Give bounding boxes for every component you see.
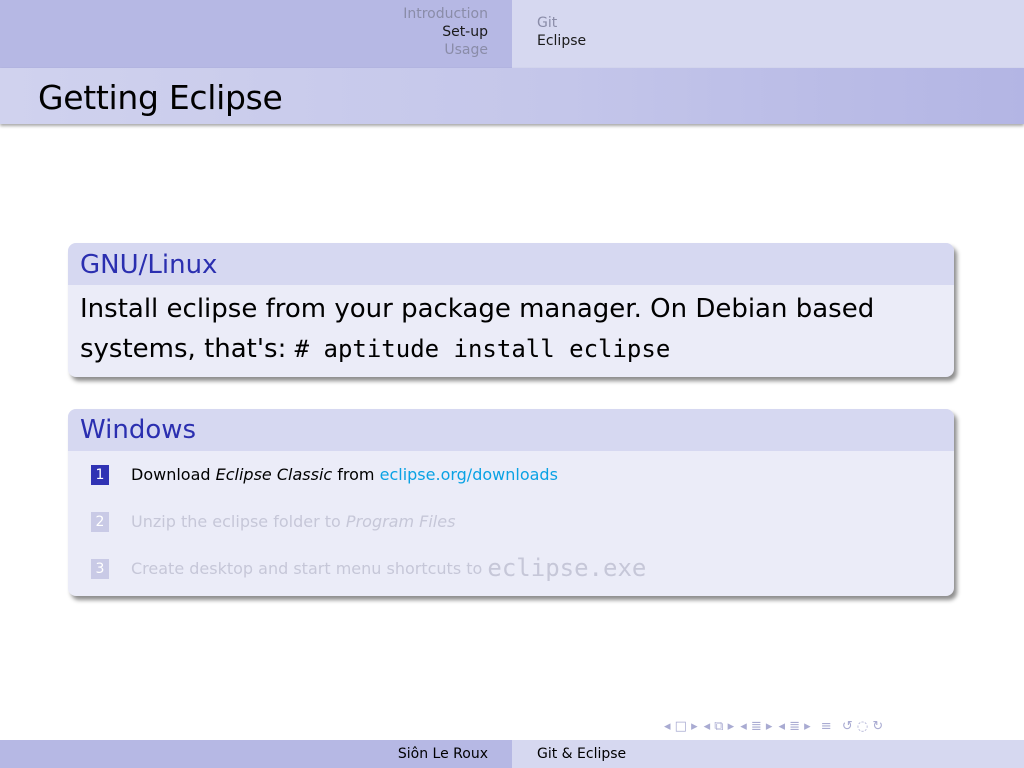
step-number: 2 <box>91 511 109 532</box>
frame-title: Getting Eclipse <box>38 78 283 117</box>
footer: Siôn Le Roux Git & Eclipse <box>0 740 1024 768</box>
windows-step-3: 3 Create desktop and start menu shortcut… <box>68 545 954 592</box>
linux-block-body: Install eclipse from your package manage… <box>68 285 954 369</box>
windows-block-title: Windows <box>68 409 954 451</box>
windows-steps-list: 1 Download Eclipse Classic from eclipse.… <box>68 451 954 592</box>
nav-align-icon[interactable]: ≡ <box>815 719 838 734</box>
step-code: eclipse.exe <box>487 554 647 582</box>
nav-search-icon[interactable]: ↺ ◌ ↻ <box>840 719 885 734</box>
linux-block: GNU/Linux Install eclipse from your pack… <box>68 243 954 377</box>
step-text-mid: from <box>337 465 375 484</box>
top-navigation: Introduction Set-up Usage Git Eclipse <box>0 0 1024 68</box>
step-number: 3 <box>91 558 109 579</box>
eclipse-downloads-link[interactable]: eclipse.org/downloads <box>380 451 558 498</box>
windows-step-1: 1 Download Eclipse Classic from eclipse.… <box>68 451 954 498</box>
footer-author: Siôn Le Roux <box>0 740 512 768</box>
linux-command: # aptitude install eclipse <box>294 335 671 363</box>
step-text: Create desktop and start menu shortcuts … <box>131 559 483 578</box>
subsection-nav: Git Eclipse <box>512 0 1024 68</box>
navigation-symbols: ◂ □ ▸ ◂ ⧉ ▸ ◂ ≣ ▸ ◂ ≣ ▸ ≡ ↺ ◌ ↻ <box>662 717 885 735</box>
step-emphasis: Eclipse Classic <box>215 465 333 484</box>
nav-item-introduction[interactable]: Introduction <box>403 5 488 23</box>
frame-title-bar: Getting Eclipse <box>0 68 1024 124</box>
step-text: Unzip the eclipse folder to <box>131 512 341 531</box>
windows-step-2: 2 Unzip the eclipse folder to Program Fi… <box>68 498 954 545</box>
nav-frame-icon[interactable]: ◂ □ ▸ <box>662 719 700 734</box>
step-number: 1 <box>91 464 109 485</box>
nav-item-eclipse[interactable]: Eclipse <box>537 32 586 50</box>
nav-item-git[interactable]: Git <box>537 14 557 32</box>
nav-item-usage[interactable]: Usage <box>444 41 488 59</box>
footer-title: Git & Eclipse <box>512 740 1024 768</box>
step-emphasis: Program Files <box>345 512 456 531</box>
section-nav: Introduction Set-up Usage <box>0 0 512 68</box>
nav-item-set-up[interactable]: Set-up <box>442 23 488 41</box>
nav-section-icon[interactable]: ◂ ≣ ▸ <box>738 719 774 734</box>
nav-presentation-icon[interactable]: ◂ ≣ ▸ <box>776 719 812 734</box>
windows-block: Windows 1 Download Eclipse Classic from … <box>68 409 954 596</box>
step-text: Download <box>131 465 211 484</box>
nav-subsection-icon[interactable]: ◂ ⧉ ▸ <box>702 719 737 734</box>
linux-block-title: GNU/Linux <box>68 243 954 285</box>
